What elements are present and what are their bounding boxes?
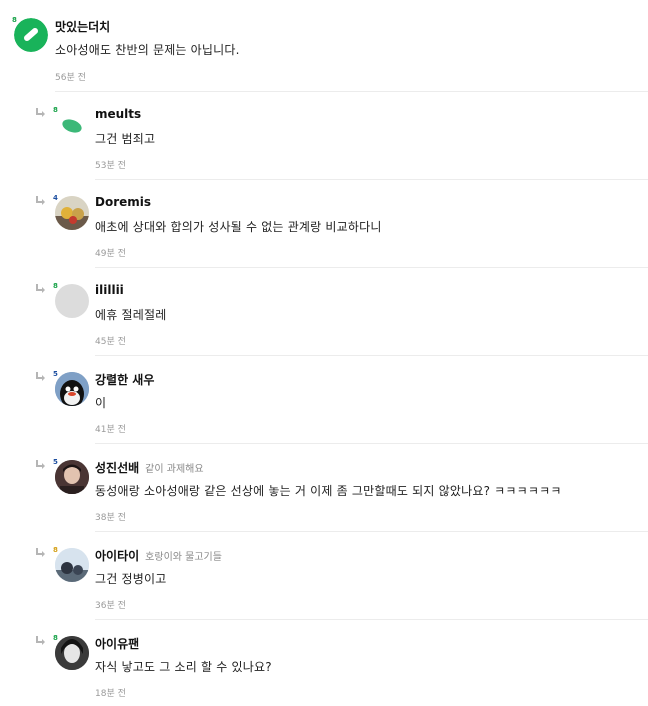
comment-text: 소아성애도 찬반의 문제는 아닙니다. (55, 43, 240, 57)
avatar[interactable]: 8 (53, 546, 89, 582)
photo-avatar-icon (55, 636, 89, 670)
reply-item: 8 ilillii 에휴 절레절레 45분 전 (0, 268, 648, 356)
reply-item: 5 성진선배 같이 과제해요 동성애랑 소아성애랑 같은 선상에 놓는 거 이제 … (0, 444, 648, 532)
comment-text: 그건 범죄고 (95, 132, 156, 146)
avatar[interactable]: 5 (53, 458, 89, 494)
level-badge: 5 (53, 458, 58, 466)
author-name[interactable]: ilillii (95, 283, 124, 297)
level-badge: 8 (53, 634, 58, 642)
reply-item: 8 아이타이 호랑이와 물고기들 그건 정병이고 36분 전 (0, 532, 648, 620)
avatar[interactable]: 5 (53, 370, 89, 406)
comment-item: 8 맛있는더치 소아성애도 찬반의 문제는 아닙니다. 56분 전 (0, 0, 648, 92)
comment-time: 41분 전 (95, 425, 126, 435)
comment-text: 에휴 절레절레 (95, 308, 167, 322)
brand-logo-icon (14, 18, 48, 52)
avatar[interactable]: 8 (53, 634, 89, 670)
author-name[interactable]: 강렬한 새우 (95, 371, 154, 388)
avatar[interactable]: 4 (53, 194, 89, 230)
reply-arrow-icon (36, 636, 45, 645)
comment-text: 이 (95, 396, 107, 410)
comment-time: 18분 전 (95, 689, 126, 699)
comment-time: 38분 전 (95, 513, 126, 523)
author-name[interactable]: 아이유팬 (95, 635, 139, 652)
reply-item: 8 아이유팬 자식 낳고도 그 소리 할 수 있나요? 18분 전 (0, 620, 648, 706)
level-badge: 8 (53, 106, 58, 114)
leaf-avatar-icon (62, 119, 82, 133)
reply-item: 8 meults 그건 범죄고 53분 전 (0, 92, 648, 180)
comment-text: 동성애랑 소아성애랑 같은 선상에 놓는 거 이제 좀 그만할때도 되지 않았나… (95, 484, 562, 498)
comment-time: 56분 전 (55, 73, 86, 83)
photo-avatar-icon (55, 196, 89, 230)
reply-arrow-icon (36, 196, 45, 205)
author-name[interactable]: meults (95, 107, 141, 121)
author-name[interactable]: 아이타이 호랑이와 물고기들 (95, 547, 222, 564)
user-title: 호랑이와 물고기들 (145, 552, 222, 563)
reply-item: 4 Doremis 애초에 상대와 합의가 성사될 수 없는 관계랑 비교하다니… (0, 180, 648, 268)
photo-avatar-icon (55, 548, 89, 582)
avatar[interactable]: 8 (53, 282, 89, 318)
level-badge: 5 (53, 370, 58, 378)
author-name[interactable]: Doremis (95, 195, 151, 209)
comment-time: 53분 전 (95, 161, 126, 171)
level-badge: 4 (53, 194, 58, 202)
user-title: 같이 과제해요 (145, 464, 204, 475)
reply-arrow-icon (36, 284, 45, 293)
photo-avatar-icon (55, 460, 89, 494)
avatar[interactable]: 8 (12, 16, 48, 52)
level-badge: 8 (12, 16, 17, 24)
comment-time: 45분 전 (95, 337, 126, 347)
avatar[interactable]: 8 (53, 106, 89, 142)
comment-text: 애초에 상대와 합의가 성사될 수 없는 관계랑 비교하다니 (95, 220, 382, 234)
level-badge: 8 (53, 282, 58, 290)
default-avatar-icon (55, 284, 89, 318)
comment-time: 49분 전 (95, 249, 126, 259)
comment-text: 자식 낳고도 그 소리 할 수 있나요? (95, 660, 272, 674)
reply-item: 5 강렬한 새우 이 41분 전 (0, 356, 648, 444)
reply-arrow-icon (36, 460, 45, 469)
author-name[interactable]: 맛있는더치 (55, 18, 110, 35)
reply-arrow-icon (36, 372, 45, 381)
author-name[interactable]: 성진선배 같이 과제해요 (95, 459, 204, 476)
penguin-avatar-icon (55, 372, 89, 406)
comment-time: 36분 전 (95, 601, 126, 611)
comment-text: 그건 정병이고 (95, 572, 167, 586)
reply-arrow-icon (36, 108, 45, 117)
reply-arrow-icon (36, 548, 45, 557)
level-badge: 8 (53, 546, 58, 554)
